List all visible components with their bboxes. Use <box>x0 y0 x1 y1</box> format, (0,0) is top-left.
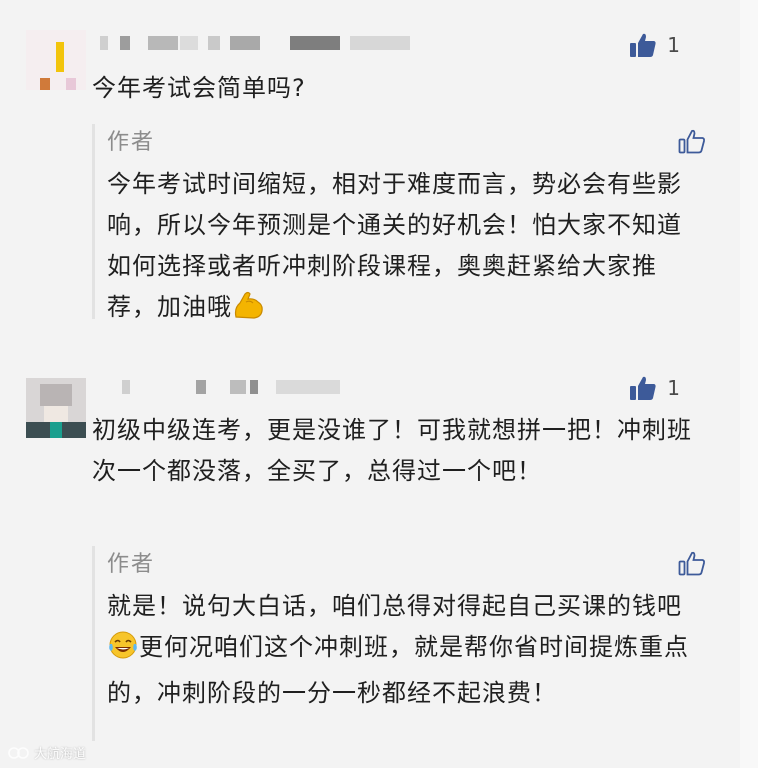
comment-text: 初级中级连考，更是没谁了！可我就想拼一把！冲刺班次一个都没落，全买了，总得过一个… <box>92 416 692 485</box>
like-count: 1 <box>667 33 680 57</box>
avatar[interactable] <box>26 378 86 438</box>
reply-text: 今年考试时间缩短，相对于难度而言，势必会有些影响，所以今年预测是个通关的好机会！… <box>107 164 692 333</box>
watermark: 大航海道 <box>8 743 86 762</box>
thumbs-up-filled-icon <box>630 376 656 400</box>
nickname-redacted[interactable] <box>100 36 420 64</box>
nickname-redacted[interactable] <box>100 380 340 408</box>
like-button[interactable]: 1 <box>629 32 680 58</box>
tears-of-joy-emoji <box>107 630 139 673</box>
reply-text: 就是！说句大白话，咱们总得对得起自己买课的钱吧更何况咱们这个冲刺班，就是帮你省时… <box>107 586 692 714</box>
thumbs-up-outline-icon <box>678 551 705 576</box>
scrollbar[interactable] <box>740 0 758 768</box>
thumbs-up-filled-icon <box>630 33 656 57</box>
reply-text-part-1: 就是！说句大白话，咱们总得对得起自己买课的钱吧 <box>107 592 682 620</box>
reply-like-button[interactable] <box>678 550 706 580</box>
comment-text: 今年考试会简单吗? <box>92 74 306 102</box>
watermark-logo-icon <box>8 746 29 759</box>
reply-like-button[interactable] <box>678 128 706 158</box>
reply-author-label: 作者 <box>107 552 156 577</box>
reply-text-part-2: 更何况咱们这个冲刺班，就是帮你省时间提炼重点的，冲刺阶段的一分一秒都经不起浪费！ <box>107 633 689 707</box>
reply-author-label: 作者 <box>107 130 156 155</box>
like-button[interactable]: 1 <box>629 375 680 401</box>
author-reply: 作者 今年考试时间缩短，相对于难度而言，势必会有些影响，所以今年预测是个通关的好… <box>92 124 712 321</box>
like-count: 1 <box>667 376 680 400</box>
reply-text-body: 今年考试时间缩短，相对于难度而言，势必会有些影响，所以今年预测是个通关的好机会！… <box>107 170 682 321</box>
watermark-text: 大航海道 <box>34 747 87 762</box>
thumbs-up-outline-icon <box>678 129 705 154</box>
flexed-biceps-emoji <box>232 290 266 333</box>
avatar[interactable] <box>26 30 86 90</box>
author-reply: 作者 就是！说句大白话，咱们总得对得起自己买课的钱吧更何况咱们这个冲刺班，就是帮… <box>92 546 712 741</box>
comments-page: 1 今年考试会简单吗? 作者 今年考试时间缩短，相对于难度而言，势必会有些影响，… <box>0 0 758 768</box>
